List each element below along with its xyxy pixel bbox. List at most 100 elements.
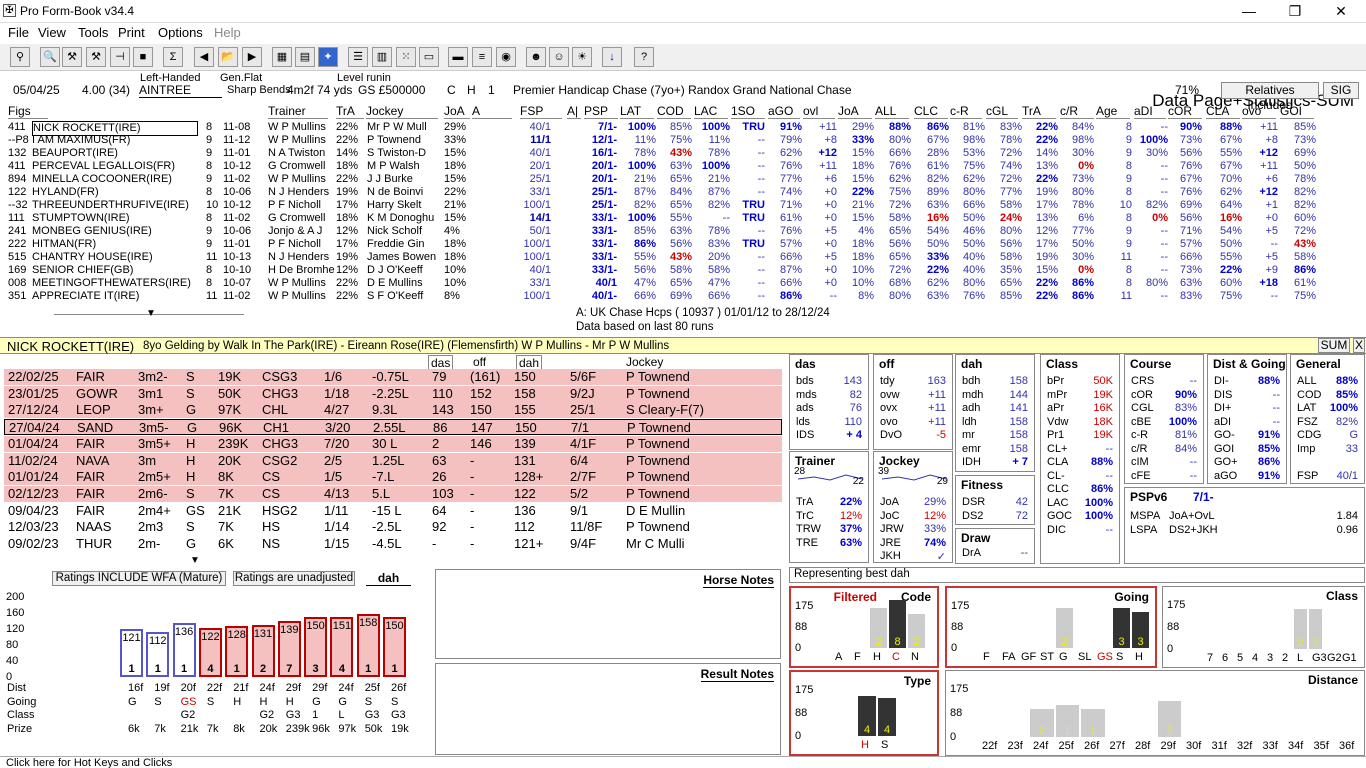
best-bar[interactable]: 2 <box>1030 709 1054 737</box>
status-bar[interactable]: Click here for Hot Keys and Clicks <box>0 756 1366 768</box>
column-header-1so[interactable]: 1SO <box>731 104 765 119</box>
column-header-ovl[interactable]: ovl <box>803 104 835 119</box>
runner-row[interactable]: 351 APPRECIATE IT(IRE) 11 11-02 W P Mullins 2… <box>0 290 1366 303</box>
column-header-ovo[interactable]: ovo <box>1242 104 1276 119</box>
download-arrow-icon[interactable]: ↓ <box>602 47 622 67</box>
user-icon[interactable]: ☻ <box>526 47 546 67</box>
clock-icon[interactable]: ◉ <box>496 47 516 67</box>
prev-icon[interactable]: ◀ <box>194 47 214 67</box>
best-bar[interactable]: 2 <box>1294 609 1307 649</box>
form-scroll-icon[interactable]: ▼ <box>190 555 200 566</box>
stop-icon[interactable]: ■ <box>133 47 153 67</box>
form-row[interactable]: 11/02/24 NAVA 3m H 20K CSG2 2/5 1.25L 63 - 131 6/4 P… <box>4 452 782 469</box>
menu-view[interactable]: View <box>38 25 66 40</box>
column-header-all[interactable]: ALL <box>875 104 909 119</box>
best-bar[interactable]: 8 <box>889 600 906 648</box>
form-row[interactable]: 01/01/24 FAIR 2m5+ H 8K CS 1/5 -7.L 26 - 128+ 2/7F P… <box>4 469 782 486</box>
maximize-button[interactable]: ❐ <box>1272 0 1318 22</box>
form-row[interactable]: 09/02/23 THUR 2m- G 6K NS 1/15 -4.5L - - 121+ 9/4F M… <box>4 536 782 552</box>
rating-bar[interactable]: 128 1 <box>225 625 249 677</box>
column-header-cgl[interactable]: cGL <box>986 104 1018 119</box>
runner-name[interactable]: I AM MAXIMUS(FR) <box>32 134 198 147</box>
binoculars-icon[interactable]: ⚲ <box>10 47 30 67</box>
runner-row[interactable]: 411 PERCEVAL LEGALLOIS(FR) 8 10-12 G Cromwel… <box>0 160 1366 173</box>
column-header-figs[interactable]: Figs <box>8 104 48 119</box>
best-bar[interactable]: 2 <box>1157 701 1181 737</box>
help-icon[interactable]: ? <box>634 47 654 67</box>
jockey-header[interactable]: Jockey <box>626 355 663 369</box>
column-header-joa[interactable]: JoA <box>838 104 872 119</box>
runner-name[interactable]: MONBEG GENIUS(IRE) <box>32 225 198 238</box>
column-header-cr[interactable]: c/R <box>1060 104 1094 119</box>
column-header-joa[interactable]: JoA <box>444 104 470 119</box>
runner-name[interactable]: CHANTRY HOUSE(IRE) <box>32 251 198 264</box>
rating-bar[interactable]: 151 4 <box>330 616 354 677</box>
runner-name[interactable]: STUMPTOWN(IRE) <box>32 212 198 225</box>
runner-row[interactable]: --32 THREEUNDERTHRUFIVE(IRE) 10 10-12 P F Ni… <box>0 199 1366 212</box>
close-button[interactable]: ✕ <box>1318 0 1364 22</box>
rating-bar[interactable]: 150 1 <box>383 617 406 677</box>
open-folder-icon[interactable]: 📂 <box>218 47 238 67</box>
form-row[interactable]: 27/04/24 SAND 3m5- G 96K CH1 3/20 2.55L 86 147 150… <box>4 419 782 436</box>
scroll-down-icon[interactable]: ▼ <box>146 308 156 319</box>
runner-name[interactable]: MEETINGOFTHEWATERS(IRE) <box>32 277 198 290</box>
column-header-cor[interactable]: cOR <box>1168 104 1202 119</box>
column-header-goi[interactable]: GOI <box>1280 104 1314 119</box>
race-course[interactable]: AINTREE <box>139 83 222 98</box>
form-row[interactable]: 09/04/23 FAIR 2m4+ GS 21K HSG2 1/11 -15 L 64 - 136… <box>4 503 782 519</box>
best-bar[interactable]: 2 <box>908 614 925 648</box>
form-row[interactable]: 22/02/25 FAIR 3m2- S 19K CSG3 1/6 -0.75L 79 (161)… <box>4 369 782 385</box>
column-header-lac[interactable]: LAC <box>694 104 728 119</box>
form-row[interactable]: 01/04/24 FAIR 3m5+ H 239K CHG3 7/20 30 L 2 146 139… <box>4 435 782 452</box>
runner-row[interactable]: 132 BEAUPORT(IRE) 9 11-01 N A Twiston 14% S Tw… <box>0 147 1366 160</box>
users-icon[interactable]: ☺ <box>549 47 569 67</box>
runner-row[interactable]: --P8 I AM MAXIMUS(FR) 9 11-12 W P Mullins 22%… <box>0 134 1366 147</box>
runner-row[interactable]: 169 SENIOR CHIEF(GB) 8 10-10 H De Bromhe 12% D… <box>0 264 1366 277</box>
column-header-jockey[interactable]: Jockey <box>366 104 438 119</box>
lightbulb-icon[interactable]: ☀ <box>572 47 592 67</box>
rating-bar[interactable]: 136 1 <box>172 622 196 677</box>
result-notes-panel[interactable]: Result Notes <box>435 663 781 755</box>
column-header-psp[interactable]: PSP <box>584 104 618 119</box>
menu-help[interactable]: Help <box>214 25 241 40</box>
layout-icon[interactable]: ☰ <box>348 47 368 67</box>
column-header-age[interactable]: Age <box>1096 104 1130 119</box>
best-bar[interactable]: 4 <box>858 696 876 736</box>
runner-row[interactable]: 222 HITMAN(FR) 9 11-01 P F Nicholl 17% Freddie… <box>0 238 1366 251</box>
column-header-tra[interactable]: TrA <box>336 104 364 119</box>
runner-row[interactable]: 111 STUMPTOWN(IRE) 8 11-02 G Cromwell 18% K M … <box>0 212 1366 225</box>
off-header[interactable]: off <box>473 355 486 369</box>
grid-icon[interactable]: ▦ <box>272 47 292 67</box>
runner-name[interactable]: HYLAND(FR) <box>32 186 198 199</box>
runner-name[interactable]: BEAUPORT(IRE) <box>32 147 198 160</box>
rating-bar[interactable]: 121 1 <box>120 628 143 677</box>
rating-bar[interactable]: 158 1 <box>356 613 380 677</box>
rating-bar[interactable]: 131 2 <box>251 624 275 677</box>
sig-button[interactable]: SIG <box>1323 82 1359 99</box>
column-header-cr[interactable]: c-R <box>950 104 982 119</box>
card-icon[interactable]: ▭ <box>419 47 439 67</box>
next-icon[interactable]: ▶ <box>242 47 262 67</box>
rating-bar[interactable]: 122 4 <box>198 628 222 677</box>
column-header-ago[interactable]: aGO <box>768 104 800 119</box>
relatives-included-button[interactable]: Relatives Included <box>1221 82 1319 112</box>
menu-tools[interactable]: Tools <box>78 25 108 40</box>
runner-row[interactable]: 894 MINELLA COCOONER(IRE) 9 11-02 W P Mullin… <box>0 173 1366 186</box>
column-header-a[interactable]: A <box>472 104 512 119</box>
dots-icon[interactable]: ⁙ <box>396 47 416 67</box>
rating-bar[interactable]: 112 1 <box>146 632 170 677</box>
runner-name[interactable]: SENIOR CHIEF(GB) <box>32 264 198 277</box>
best-bar[interactable]: 3 <box>1113 608 1130 648</box>
data-page-icon[interactable]: ✦ <box>318 47 338 67</box>
column-header-fsp[interactable]: FSP <box>520 104 562 119</box>
runner-row[interactable]: 122 HYLAND(FR) 8 10-06 N J Henders 19% N de Bo… <box>0 186 1366 199</box>
tool-icon[interactable]: ⚒ <box>62 47 82 67</box>
best-bar[interactable]: 3 <box>1309 609 1322 649</box>
best-bar[interactable]: 1 <box>1081 709 1105 737</box>
best-bar[interactable]: 3 <box>1132 612 1149 648</box>
best-bar[interactable]: 2 <box>870 608 887 648</box>
runner-name[interactable]: PERCEVAL LEGALLOIS(FR) <box>32 160 198 173</box>
menu-options[interactable]: Options <box>158 25 203 40</box>
sigma-icon[interactable]: Σ <box>163 47 183 67</box>
pin-icon[interactable]: ⊣ <box>110 47 130 67</box>
